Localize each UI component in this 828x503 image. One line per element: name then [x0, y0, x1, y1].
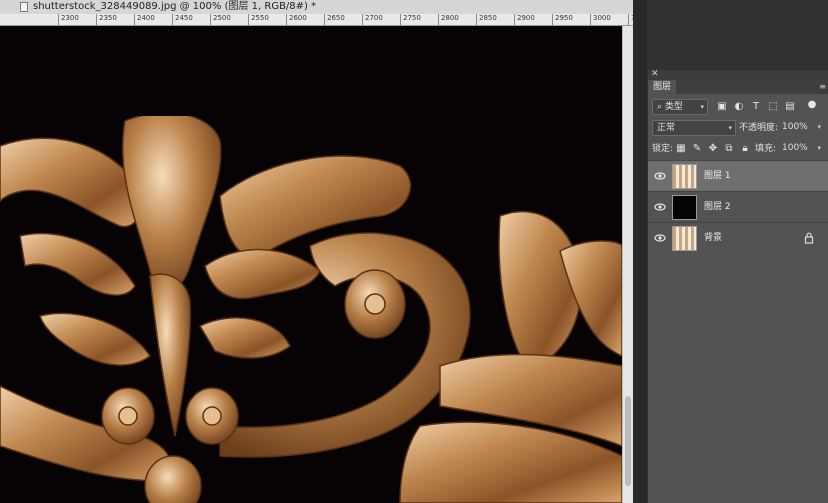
adjustment-filter-icon[interactable]: ◐ — [733, 101, 745, 113]
fill-label: 填充: — [755, 144, 777, 154]
horizontal-ruler[interactable]: 2300 2350 2400 2450 2500 2550 2600 2650 … — [0, 14, 633, 26]
ruler-tick: 2700 — [362, 14, 383, 25]
panel-menu-icon[interactable]: ≡ — [819, 82, 826, 92]
ruler-tick: 2800 — [438, 14, 459, 25]
ruler-tick: 2300 — [58, 14, 79, 25]
type-filter-icon[interactable]: T — [750, 101, 762, 113]
ruler-tick: 2450 — [172, 14, 193, 25]
photoshop-window: shutterstock_328449089.jpg @ 100% (图层 1,… — [0, 0, 828, 503]
layer-filter-row: ⌕ 类型 ▾ ▣ ◐ T ⬚ ▤ ● — [648, 98, 828, 116]
ruler-tick: 2400 — [134, 14, 155, 25]
filter-kind-label: 类型 — [664, 102, 683, 112]
chevron-down-icon: ▾ — [817, 144, 821, 152]
panel-header-bar: ✕ — [648, 69, 828, 80]
chevron-down-icon: ▾ — [728, 124, 732, 132]
lock-fill-row: 锁定: ▦ ✎ ✥ ⧉ 🔒︎ 填充: 100% ▾ — [648, 140, 828, 158]
layer-name[interactable]: 背景 — [704, 231, 722, 245]
ruler-tick: 2900 — [514, 14, 535, 25]
eye-icon[interactable] — [654, 232, 666, 244]
eye-icon[interactable] — [654, 201, 666, 213]
layer-thumbnail — [672, 195, 697, 220]
ruler-tick: 2500 — [210, 14, 231, 25]
layer-row[interactable]: 背景 — [648, 222, 828, 253]
layer-name[interactable]: 图层 2 — [704, 200, 731, 214]
close-icon[interactable]: ✕ — [651, 69, 659, 79]
blend-opacity-row: 正常 ▾ 不透明度: 100% ▾ — [648, 119, 828, 137]
ruler-tick: 2600 — [286, 14, 307, 25]
shape-filter-icon[interactable]: ⬚ — [767, 101, 779, 113]
scrollbar-thumb[interactable] — [625, 396, 631, 486]
lock-position-icon[interactable]: ✥ — [707, 143, 719, 155]
layer-row[interactable]: 图层 1 — [648, 160, 828, 191]
fill-value: 100% — [782, 143, 808, 153]
opacity-label: 不透明度: — [739, 123, 779, 133]
lock-icon — [804, 232, 814, 244]
ornament-image — [0, 26, 622, 503]
opacity-input[interactable]: 100% ▾ — [778, 120, 824, 136]
opacity-value: 100% — [782, 122, 808, 132]
ruler-tick: 2650 — [324, 14, 345, 25]
ruler-tick: 2850 — [476, 14, 497, 25]
layer-row[interactable]: 图层 2 — [648, 191, 828, 222]
blend-mode-select[interactable]: 正常 ▾ — [652, 120, 736, 136]
ruler-tick: 2750 — [400, 14, 421, 25]
dock-collapse-strip[interactable] — [633, 0, 647, 503]
smart-object-filter-icon[interactable]: ▤ — [784, 101, 796, 113]
filter-toggle-icon[interactable]: ● — [806, 99, 818, 111]
lock-transparency-icon[interactable]: ▦ — [675, 143, 687, 155]
ruler-tick: 3000 — [590, 14, 611, 25]
search-icon: ⌕ — [657, 102, 663, 112]
fill-input[interactable]: 100% ▾ — [778, 141, 824, 157]
vertical-scrollbar[interactable] — [622, 26, 633, 503]
document-canvas[interactable] — [0, 26, 622, 503]
document-tab[interactable]: shutterstock_328449089.jpg @ 100% (图层 1,… — [0, 0, 633, 14]
panel-tab-row: 图层 ≡ — [648, 80, 828, 94]
lock-pixels-icon[interactable]: ✎ — [691, 143, 703, 155]
lock-artboard-icon[interactable]: ⧉ — [723, 143, 735, 155]
filter-kind-select[interactable]: ⌕ 类型 ▾ — [652, 99, 708, 115]
ruler-tick: 2350 — [96, 14, 117, 25]
layer-thumbnail — [672, 164, 697, 189]
tab-layers[interactable]: 图层 — [648, 80, 677, 94]
lock-label: 锁定: — [652, 144, 674, 154]
ruler-tick: 2950 — [552, 14, 573, 25]
layer-thumbnail — [672, 226, 697, 251]
gold-ornament — [0, 112, 622, 503]
layer-name[interactable]: 图层 1 — [704, 169, 731, 183]
chevron-down-icon: ▾ — [700, 103, 704, 111]
document-icon — [20, 2, 28, 12]
eye-icon[interactable] — [654, 170, 666, 182]
image-filter-icon[interactable]: ▣ — [716, 101, 728, 113]
ruler-tick: 2550 — [248, 14, 269, 25]
blend-mode-value: 正常 — [657, 123, 676, 133]
layers-panel: ✕ 图层 ≡ ⌕ 类型 ▾ ▣ ◐ T ⬚ ▤ ● 正常 ▾ 不透明度: 100… — [648, 69, 828, 503]
lock-all-icon[interactable]: 🔒︎ — [739, 143, 751, 155]
document-title: shutterstock_328449089.jpg @ 100% (图层 1,… — [33, 1, 317, 12]
chevron-down-icon: ▾ — [817, 123, 821, 131]
